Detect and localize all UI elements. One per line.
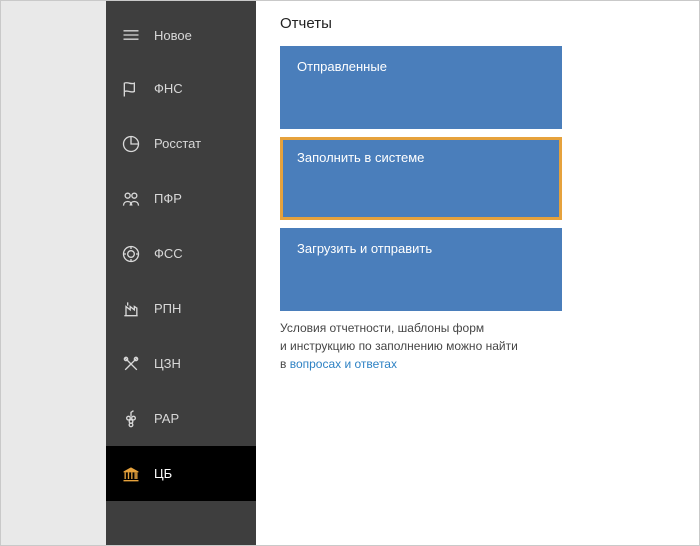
factory-icon [120,298,142,320]
stack-lines-icon [120,24,142,46]
sidebar-item-rosstat[interactable]: Росстат [106,116,256,171]
sidebar-item-new[interactable]: Новое [106,1,256,61]
help-link[interactable]: вопросах и ответах [290,357,397,371]
sidebar-item-label: ЦЗН [154,357,181,370]
bank-icon [120,463,142,485]
sidebar-item-czn[interactable]: ЦЗН [106,336,256,391]
sidebar-item-fns[interactable]: ФНС [106,61,256,116]
sidebar-item-label: ПФР [154,192,182,205]
sidebar: Новое ФНС Росстат ПФР ФСС [106,1,256,545]
help-text: Условия отчетности, шаблоны форм и инстр… [280,319,562,373]
sidebar-item-cb[interactable]: ЦБ [106,446,256,501]
help-line1: Условия отчетности, шаблоны форм [280,321,484,335]
target-icon [120,243,142,265]
sidebar-item-rpn[interactable]: РПН [106,281,256,336]
sidebar-item-fss[interactable]: ФСС [106,226,256,281]
sidebar-item-label: ФНС [154,82,183,95]
app-window: Новое ФНС Росстат ПФР ФСС [0,0,700,546]
tile-sent[interactable]: Отправленные [280,46,562,129]
sidebar-item-label: Новое [154,29,192,42]
help-line3-prefix: в [280,357,290,371]
grapes-icon [120,408,142,430]
tile-fill-in-system[interactable]: Заполнить в системе [280,137,562,220]
pie-chart-icon [120,133,142,155]
tools-icon [120,353,142,375]
sidebar-item-label: ЦБ [154,467,172,480]
sidebar-item-label: РАР [154,412,179,425]
people-icon [120,188,142,210]
tile-label: Отправленные [297,59,387,74]
sidebar-item-label: Росстат [154,137,201,150]
left-gutter [1,1,106,545]
page-title: Отчеты [280,15,699,32]
sidebar-item-pfr[interactable]: ПФР [106,171,256,226]
tile-label: Загрузить и отправить [297,241,432,256]
sidebar-item-rar[interactable]: РАР [106,391,256,446]
flag-icon [120,78,142,100]
tile-label: Заполнить в системе [297,150,424,165]
sidebar-item-label: ФСС [154,247,183,260]
help-line2: и инструкцию по заполнению можно найти [280,339,518,353]
main-panel: Отчеты Отправленные Заполнить в системе … [256,1,699,545]
sidebar-item-label: РПН [154,302,181,315]
tile-upload-send[interactable]: Загрузить и отправить [280,228,562,311]
